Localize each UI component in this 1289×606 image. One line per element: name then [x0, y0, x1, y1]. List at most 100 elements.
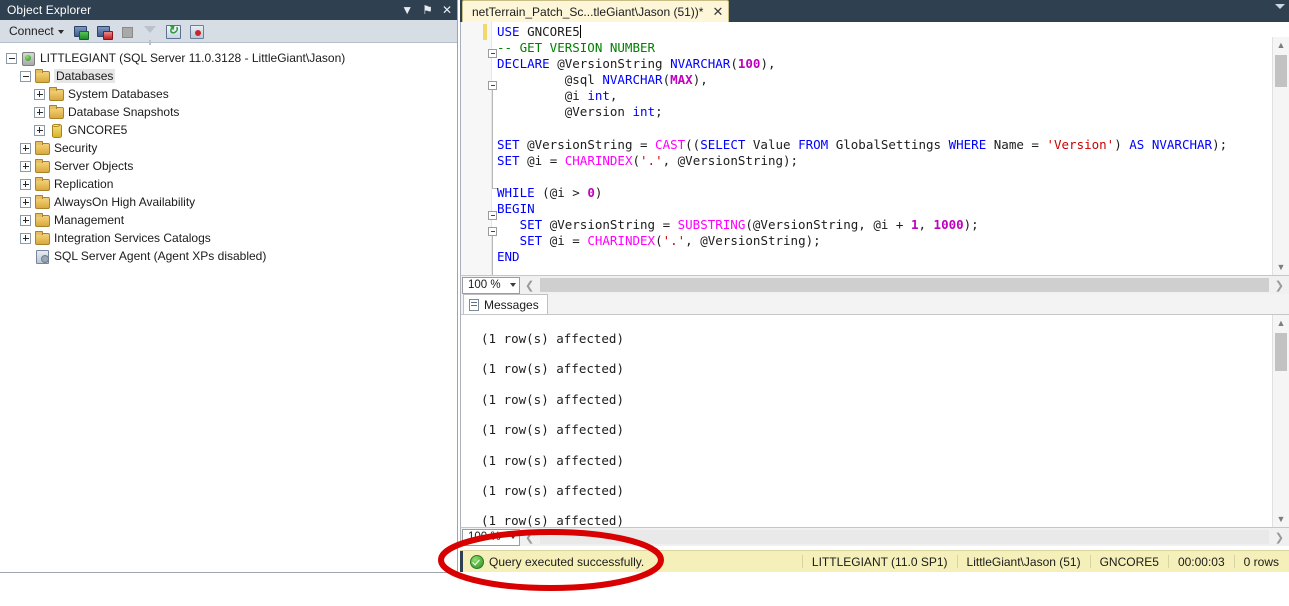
document-tabstrip: netTerrain_Patch_Sc...tleGiant\Jason (51…	[460, 0, 1289, 22]
sql-source-text[interactable]: USE GNCORE5 -- GET VERSION NUMBER DECLAR…	[497, 22, 1227, 265]
messages-text: (1 row(s) affected) (1 row(s) affected) …	[461, 315, 1289, 527]
results-zoom-value: 100 %	[468, 531, 501, 543]
results-tabstrip: Messages	[460, 294, 1289, 315]
status-user: LittleGiant\Jason (51)	[957, 555, 1090, 568]
tab-query-document[interactable]: netTerrain_Patch_Sc...tleGiant\Jason (51…	[462, 0, 729, 22]
tab-messages-label: Messages	[484, 298, 539, 312]
document-pane: netTerrain_Patch_Sc...tleGiant\Jason (51…	[460, 0, 1289, 606]
tree-item[interactable]: Server Objects	[6, 157, 457, 175]
messages-vertical-scrollbar[interactable]: ▲ ▼	[1272, 315, 1289, 527]
expander-icon[interactable]	[20, 233, 31, 244]
messages-output-panel[interactable]: (1 row(s) affected) (1 row(s) affected) …	[460, 315, 1289, 527]
tree-item[interactable]: GNCORE5	[6, 121, 457, 139]
editor-horizontal-scrollbar[interactable]	[540, 278, 1269, 292]
expander-icon[interactable]	[20, 215, 31, 226]
results-zoom-bar: 100 % ❮ ❯	[460, 527, 1289, 546]
status-row-count: 0 rows	[1234, 555, 1289, 568]
fold-toggle-while[interactable]	[488, 211, 497, 220]
expander-icon[interactable]	[20, 71, 31, 82]
object-explorer-panel: Object Explorer ▼ ⚑ ✕ Connect LITTLE	[0, 0, 458, 573]
tree-item-label: System Databases	[68, 87, 169, 101]
scroll-up-icon[interactable]: ▲	[1273, 37, 1289, 53]
chevron-down-icon	[510, 535, 516, 539]
messages-scroll-thumb[interactable]	[1275, 333, 1287, 371]
expander-icon[interactable]	[34, 107, 45, 118]
tab-messages[interactable]: Messages	[463, 294, 548, 314]
folder-icon	[34, 231, 50, 245]
scroll-up-icon[interactable]: ▲	[1273, 315, 1289, 331]
refresh-icon[interactable]	[165, 23, 182, 40]
fold-toggle-begin[interactable]	[488, 227, 497, 236]
tree-item-label: Server Objects	[54, 159, 133, 173]
agent-icon	[34, 249, 50, 263]
scroll-right-icon[interactable]: ❯	[1270, 531, 1289, 544]
fold-toggle-use[interactable]	[488, 49, 497, 58]
tree-item[interactable]: Management	[6, 211, 457, 229]
expander-icon[interactable]	[20, 197, 31, 208]
expander-icon[interactable]	[20, 161, 31, 172]
editor-gutter	[461, 22, 492, 275]
results-horizontal-scrollbar[interactable]	[540, 530, 1269, 544]
close-icon[interactable]: ✕	[442, 4, 452, 16]
ssms-window: Object Explorer ▼ ⚑ ✕ Connect LITTLE	[0, 0, 1289, 606]
editor-vertical-scrollbar[interactable]: ▲ ▼	[1272, 37, 1289, 275]
status-message-group: Query executed successfully.	[460, 551, 644, 572]
sync-icon[interactable]	[188, 23, 205, 40]
sql-code-editor[interactable]: USE GNCORE5 -- GET VERSION NUMBER DECLAR…	[460, 22, 1289, 275]
tree-item[interactable]: Replication	[6, 175, 457, 193]
tree-item[interactable]: Databases	[6, 67, 457, 85]
pin-icon[interactable]: ⚑	[422, 4, 433, 16]
folder-icon	[48, 87, 64, 101]
database-icon	[48, 123, 64, 137]
expander-icon[interactable]	[20, 179, 31, 190]
tab-label: netTerrain_Patch_Sc...tleGiant\Jason (51…	[472, 5, 703, 19]
tree-item-label: Replication	[54, 177, 113, 191]
status-message: Query executed successfully.	[489, 555, 644, 569]
dropdown-icon[interactable]: ▼	[401, 4, 413, 16]
tree-item[interactable]: AlwaysOn High Availability	[6, 193, 457, 211]
chevron-down-icon	[510, 283, 516, 287]
change-indicator	[483, 24, 487, 40]
editor-zoom-select[interactable]: 100 %	[462, 277, 520, 294]
expander-icon[interactable]	[20, 143, 31, 154]
folder-icon	[34, 177, 50, 191]
results-zoom-select[interactable]: 100 %	[462, 529, 520, 546]
tree-item[interactable]: LITTLEGIANT (SQL Server 11.0.3128 - Litt…	[6, 49, 457, 67]
tree-item-label: SQL Server Agent (Agent XPs disabled)	[54, 249, 266, 263]
folder-icon	[34, 213, 50, 227]
object-explorer-title: Object Explorer	[7, 3, 91, 17]
tree-item-label: AlwaysOn High Availability	[54, 195, 195, 209]
connect-icon[interactable]	[73, 23, 90, 40]
scroll-right-icon[interactable]: ❯	[1270, 279, 1289, 292]
scroll-left-icon[interactable]: ❮	[520, 531, 539, 544]
chevron-down-icon	[58, 30, 64, 34]
disconnect-icon[interactable]	[96, 23, 113, 40]
status-bar: Query executed successfully. LITTLEGIANT…	[460, 550, 1289, 572]
expander-icon[interactable]	[34, 89, 45, 100]
scroll-down-icon[interactable]: ▼	[1273, 511, 1289, 527]
connect-button-label: Connect	[9, 24, 54, 38]
server-icon	[20, 51, 36, 65]
tree-item[interactable]: SQL Server Agent (Agent XPs disabled)	[6, 247, 457, 265]
tab-list-dropdown-icon[interactable]	[1275, 4, 1285, 9]
tree-item-label: Management	[54, 213, 124, 227]
tree-item[interactable]: Integration Services Catalogs	[6, 229, 457, 247]
fold-toggle-declare[interactable]	[488, 81, 497, 90]
scroll-down-icon[interactable]: ▼	[1273, 259, 1289, 275]
tree-item[interactable]: System Databases	[6, 85, 457, 103]
expander-icon[interactable]	[34, 125, 45, 136]
close-icon[interactable]: ✕	[712, 5, 723, 18]
expander-icon[interactable]	[6, 53, 17, 64]
scroll-left-icon[interactable]: ❮	[520, 279, 539, 292]
editor-zoom-bar: 100 % ❮ ❯	[460, 275, 1289, 294]
folder-icon	[48, 105, 64, 119]
stop-icon[interactable]	[119, 23, 136, 40]
tree-item[interactable]: Security	[6, 139, 457, 157]
connect-button[interactable]: Connect	[6, 23, 67, 39]
tree-item[interactable]: Database Snapshots	[6, 103, 457, 121]
tree-item-label: Database Snapshots	[68, 105, 179, 119]
filter-icon[interactable]	[142, 23, 159, 40]
tree-item-label: Security	[54, 141, 97, 155]
editor-scroll-thumb[interactable]	[1275, 55, 1287, 87]
tree-item-label: Databases	[54, 69, 115, 83]
